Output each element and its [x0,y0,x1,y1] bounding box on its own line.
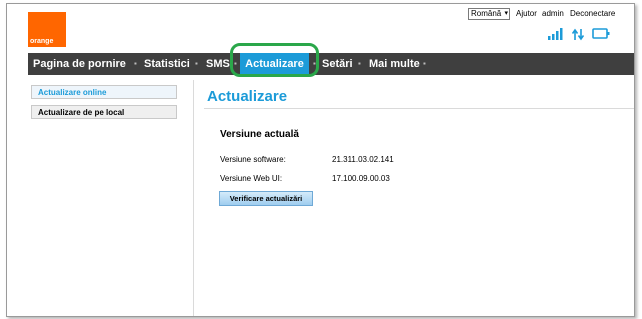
nav-separator: ▪ [423,59,426,68]
software-version-value: 21.311.03.02.141 [332,155,394,164]
title-divider [204,108,634,109]
tab-sms[interactable]: SMS [206,53,230,75]
content-divider [193,80,194,316]
logout-link[interactable]: Deconectare [570,9,615,18]
tab-statistics[interactable]: Statistici [144,53,190,75]
nav-separator: ▪ [134,59,137,68]
nav-separator: ▪ [195,59,198,68]
orange-logo[interactable]: orange [28,12,66,47]
sidebar-item-local-update[interactable]: Actualizare de pe local [31,105,177,119]
language-select[interactable]: Română ▾ [468,8,510,20]
chevron-down-icon: ▾ [504,10,508,17]
user-name: admin [542,9,564,18]
sidebar-item-online-update[interactable]: Actualizare online [31,85,177,99]
software-version-label: Versiune software: [220,155,286,164]
webui-version-value: 17.100.09.00.03 [332,174,390,183]
language-value: Română [471,9,502,18]
monitor-icon[interactable] [592,28,610,42]
help-link[interactable]: Ajutor [516,9,537,18]
nav-separator: ▪ [358,59,361,68]
browser-frame: orange Română ▾ Ajutor admin Deconectare… [6,3,635,317]
data-transfer-icon[interactable] [571,28,585,43]
signal-bars-icon[interactable] [548,28,564,42]
main-nav: Pagina de pornire ▪ Statistici ▪ SMS ▪ A… [28,53,634,75]
active-tab-highlight [230,43,319,77]
tab-home[interactable]: Pagina de pornire [33,53,126,75]
section-title: Versiune actuală [220,129,299,140]
check-updates-button[interactable]: Verificare actualizări [219,191,313,206]
webui-version-label: Versiune Web UI: [220,174,283,183]
page-title: Actualizare [207,88,288,105]
logo-text: orange [30,38,54,45]
tab-settings[interactable]: Setări [322,53,353,75]
tab-more[interactable]: Mai multe [369,53,420,75]
